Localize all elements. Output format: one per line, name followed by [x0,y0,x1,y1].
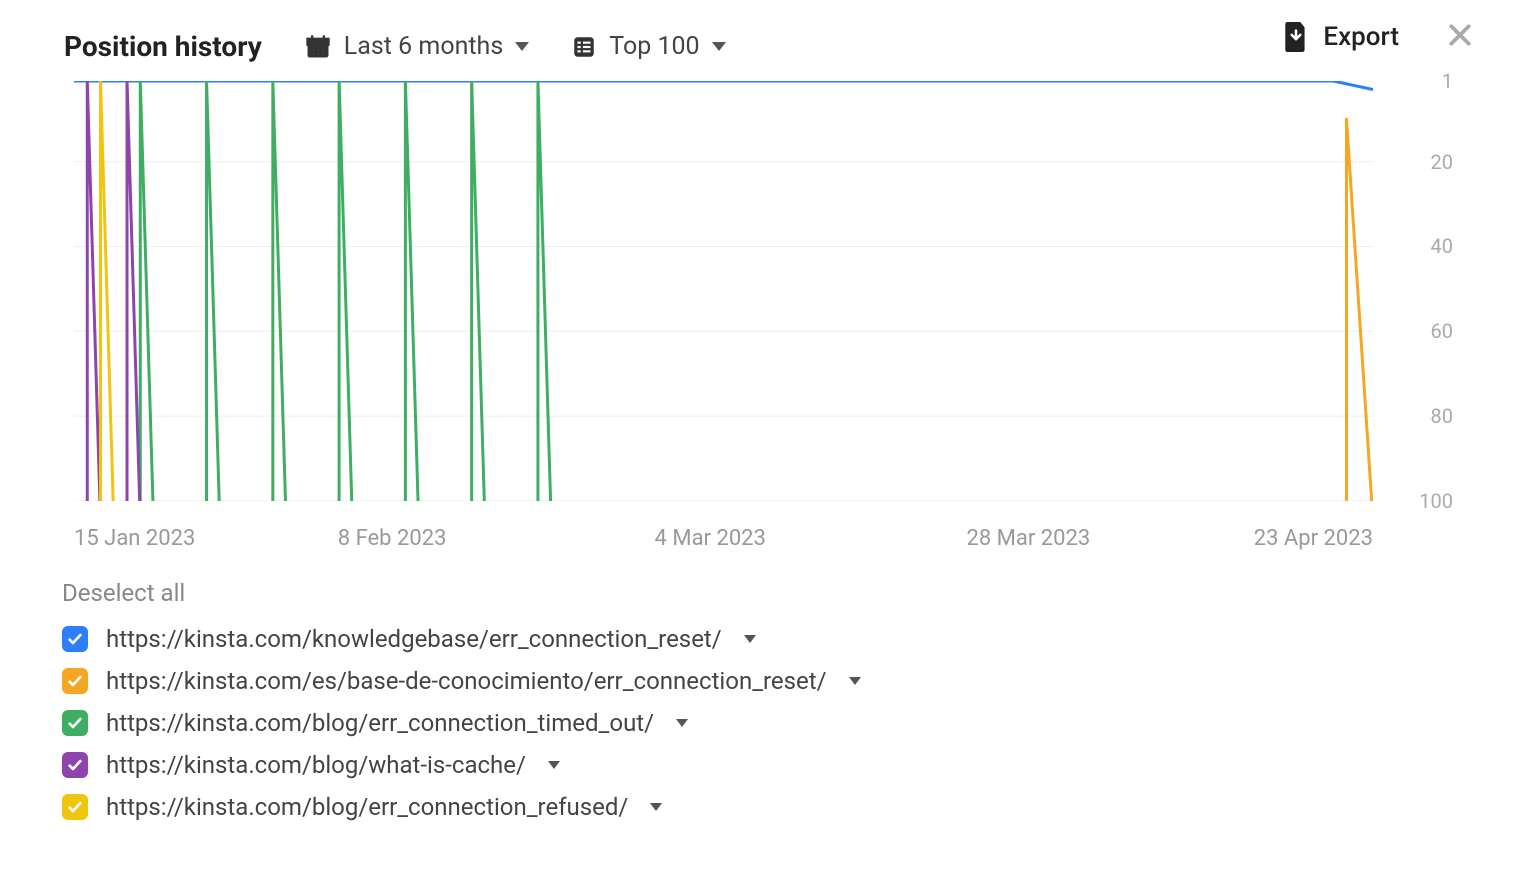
x-tick-label: 8 Feb 2023 [338,526,447,551]
calendar-icon [304,33,332,61]
x-tick-label: 28 Mar 2023 [966,526,1090,551]
x-tick-label: 15 Jan 2023 [74,526,195,551]
list-icon [571,34,597,60]
export-button[interactable]: Export [1283,22,1399,52]
y-tick-label: 60 [1431,319,1453,343]
date-range-dropdown[interactable]: Last 6 months [304,32,529,61]
close-button[interactable] [1447,22,1473,52]
chart-svg [74,81,1373,501]
legend-item[interactable]: https://kinsta.com/es/base-de-conocimien… [62,667,1473,695]
chevron-down-icon [676,719,688,727]
top-filter-label: Top 100 [609,32,699,61]
close-icon [1447,33,1473,52]
legend-item[interactable]: https://kinsta.com/blog/err_connection_r… [62,793,1473,821]
header: Position history Last 6 months [40,30,1473,63]
chart-area: 120406080100 15 Jan 20238 Feb 20234 Mar … [40,81,1473,551]
legend-url: https://kinsta.com/blog/err_connection_r… [106,793,628,821]
legend-checkbox[interactable] [62,626,88,652]
legend-url: https://kinsta.com/blog/err_connection_t… [106,709,654,737]
x-tick-label: 23 Apr 2023 [1254,526,1373,551]
legend-url: https://kinsta.com/knowledgebase/err_con… [106,625,722,653]
plot [74,81,1373,501]
page-title: Position history [64,30,262,63]
export-icon [1283,22,1309,52]
legend-url: https://kinsta.com/es/base-de-conocimien… [106,667,827,695]
export-label: Export [1323,22,1399,52]
legend-item[interactable]: https://kinsta.com/knowledgebase/err_con… [62,625,1473,653]
chevron-down-icon [712,42,726,51]
chevron-down-icon [548,761,560,769]
legend-item[interactable]: https://kinsta.com/blog/what-is-cache/ [62,751,1473,779]
chevron-down-icon [849,677,861,685]
legend-items: https://kinsta.com/knowledgebase/err_con… [62,625,1473,821]
legend-checkbox[interactable] [62,794,88,820]
chevron-down-icon [650,803,662,811]
app-root: Position history Last 6 months [0,0,1513,893]
chevron-down-icon [744,635,756,643]
top-filter-dropdown[interactable]: Top 100 [571,32,725,61]
legend-checkbox[interactable] [62,752,88,778]
deselect-all-button[interactable]: Deselect all [62,579,1473,607]
y-tick-label: 100 [1419,489,1453,513]
legend-item[interactable]: https://kinsta.com/blog/err_connection_t… [62,709,1473,737]
date-range-label: Last 6 months [344,32,503,61]
chevron-down-icon [515,42,529,51]
legend-checkbox[interactable] [62,710,88,736]
y-tick-label: 1 [1442,69,1453,93]
y-tick-label: 80 [1431,404,1453,428]
header-actions: Export [1283,22,1473,52]
legend-url: https://kinsta.com/blog/what-is-cache/ [106,751,526,779]
x-tick-label: 4 Mar 2023 [655,526,766,551]
legend: Deselect all https://kinsta.com/knowledg… [62,579,1473,821]
legend-checkbox[interactable] [62,668,88,694]
y-tick-label: 20 [1431,150,1453,174]
y-tick-label: 40 [1431,234,1453,258]
